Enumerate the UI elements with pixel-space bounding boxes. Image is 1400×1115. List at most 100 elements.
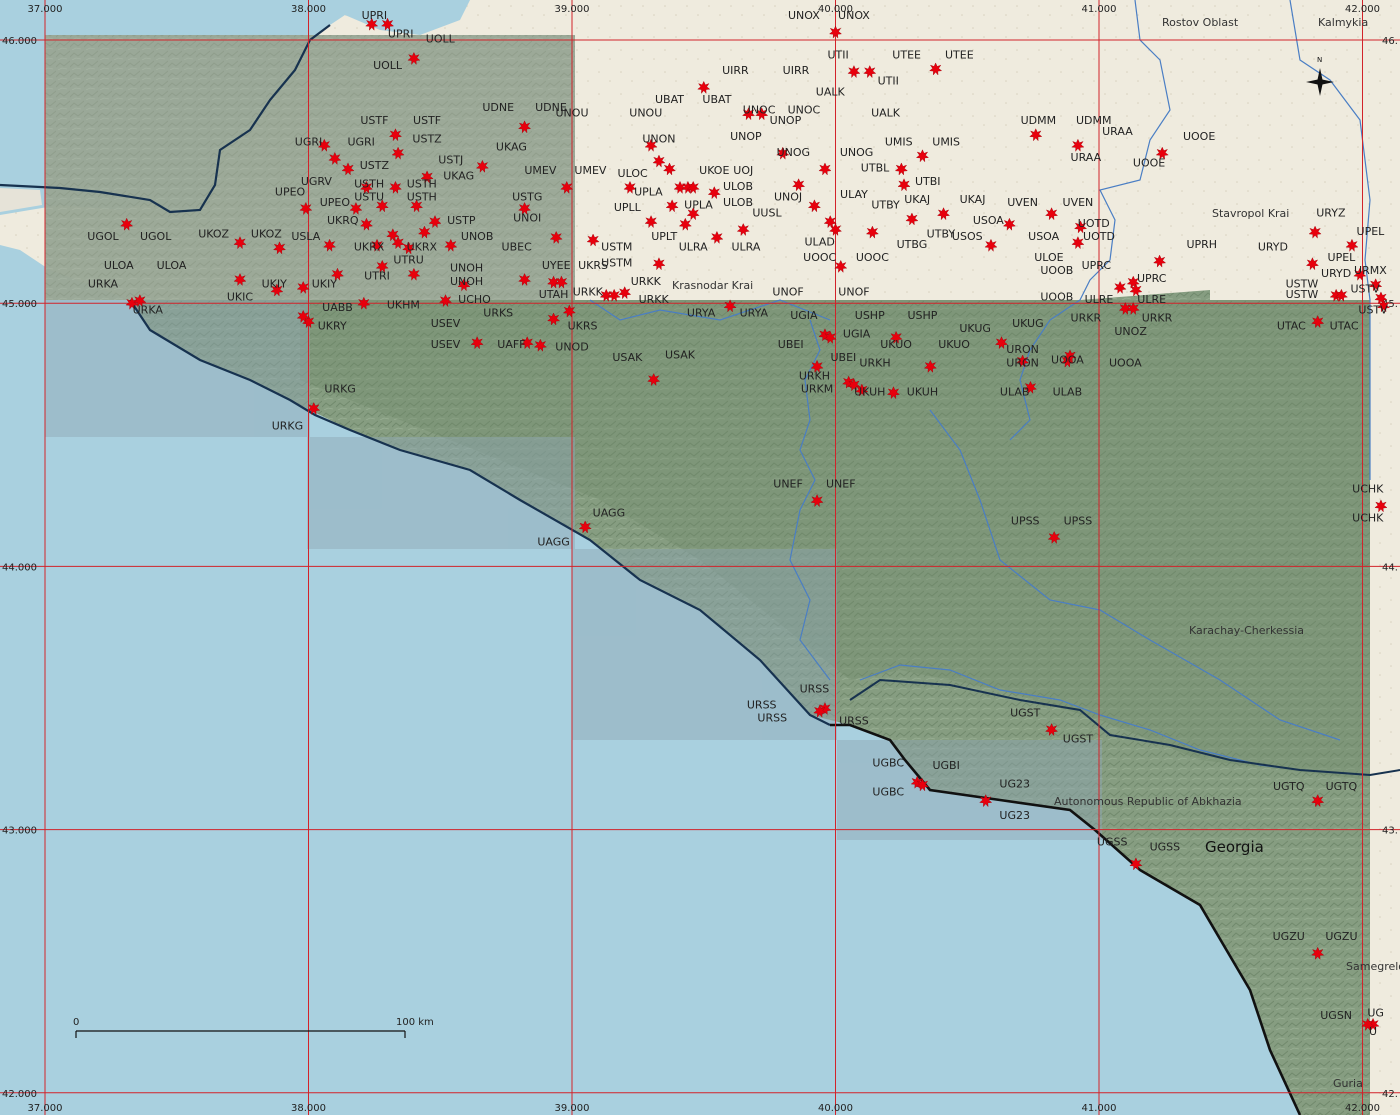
airspace-label: UKOZ [251, 227, 282, 240]
lon-label-bottom: 42.000 [1345, 1103, 1380, 1114]
airspace-label: UKRX [407, 241, 438, 254]
region-krasnodar: Krasnodar Krai [672, 279, 753, 292]
airspace-label: UOOC [803, 251, 836, 264]
lat-label-left: 44.000 [2, 562, 37, 573]
airspace-label: UGRI [295, 135, 322, 148]
region-kalmykia: Kalmykia [1318, 16, 1368, 29]
airspace-label: UBEI [831, 351, 857, 364]
airspace-label: URKR [1142, 312, 1173, 325]
airspace-label: UTAH [539, 288, 569, 301]
airspace-label: UTII [828, 48, 849, 61]
airspace-label: UNOG [840, 146, 873, 159]
region-stavropol: Stavropol Krai [1212, 207, 1289, 220]
airspace-label: UKAG [496, 141, 527, 154]
airspace-label: UKUO [880, 338, 912, 351]
airspace-label: UPRI [362, 9, 388, 22]
north-label: N [1317, 56, 1322, 64]
map-canvas[interactable]: 37.000 37.000 38.000 38.000 39.000 39.000 40.0… [0, 0, 1400, 1115]
airspace-label: UPRC [1082, 259, 1112, 272]
airspace-label: UGRV [301, 175, 333, 188]
airspace-label: UKOE [699, 164, 729, 177]
airspace-label: USTP [447, 214, 476, 227]
airspace-label: UOJ [733, 164, 753, 177]
airspace-label: UNOI [513, 212, 541, 225]
airspace-label: USTH [407, 177, 437, 190]
lat-label-left: 42.000 [2, 1089, 37, 1100]
airspace-label: UTBI [915, 175, 941, 188]
airspace-label: UPSS [1064, 514, 1093, 527]
airspace-label: UOTD [1078, 217, 1110, 230]
lon-label-top: 42.000 [1345, 4, 1380, 15]
airspace-label: URYZ [1316, 206, 1346, 219]
airspace-label: UGST [1010, 706, 1041, 719]
scale-end: 100 km [396, 1017, 434, 1028]
airspace-label: UCHO [458, 293, 491, 306]
region-guria: Guria [1333, 1077, 1363, 1090]
airspace-label: UKAG [443, 169, 474, 182]
airspace-label: URSS [839, 714, 869, 727]
airspace-label: USHP [907, 309, 937, 322]
airspace-label: UOOA [1109, 356, 1142, 369]
airspace-label: URKG [272, 420, 303, 433]
airspace-label: USOS [952, 230, 983, 243]
airspace-label: ULOC [618, 167, 648, 180]
lon-label-bottom: 41.000 [1082, 1103, 1117, 1114]
lat-label-right: 46. [1382, 36, 1398, 47]
airspace-label: UPLL [614, 201, 642, 214]
airspace-label: UNOP [770, 114, 802, 127]
airspace-label: UPLA [634, 185, 663, 198]
airspace-label: UOOE [1183, 130, 1215, 143]
airspace-label: UBAT [702, 93, 731, 106]
airspace-label: UNEF [826, 477, 856, 490]
airspace-label: USTF [360, 114, 388, 127]
airspace-label: USEV [431, 317, 461, 330]
airspace-label: UTBG [897, 238, 928, 251]
airspace-label: UGBI [932, 759, 959, 772]
airspace-label: UNOX [838, 9, 870, 22]
airspace-label: URAA [1071, 151, 1102, 164]
airspace-label: UKAJ [904, 193, 930, 206]
region-rostov: Rostov Oblast [1162, 16, 1239, 29]
scale-start: 0 [73, 1017, 79, 1028]
airspace-label: URKA [133, 304, 164, 317]
airspace-label: USTU [354, 191, 384, 204]
airspace-label: UTRU [393, 254, 423, 267]
airspace-label: UPEL [1328, 251, 1357, 264]
airspace-label: UTII [878, 75, 899, 88]
airspace-label: URAA [1102, 125, 1133, 138]
airspace-label: UGBC [872, 756, 904, 769]
airspace-label: USAK [665, 348, 696, 361]
airspace-label: UDNE [535, 101, 567, 114]
airspace-label: UTBY [871, 198, 900, 211]
airspace-label: UG23 [999, 809, 1030, 822]
airspace-label: UOOE [1133, 156, 1165, 169]
airspace-label: UPLA [684, 198, 713, 211]
airspace-label: UDMM [1021, 114, 1057, 127]
airspace-label: UGZU [1273, 930, 1305, 943]
airspace-label: UCHK [1352, 483, 1384, 496]
airspace-label: URSS [747, 699, 777, 712]
airspace-label: UKUG [959, 322, 991, 335]
airspace-label: UPSS [1011, 514, 1040, 527]
airspace-label: UKIY [312, 277, 338, 290]
airspace-label: UAFF [497, 338, 525, 351]
airspace-label: UGOL [87, 230, 119, 243]
airspace-label: URYD [1321, 267, 1351, 280]
airspace-label: UCHK [1352, 512, 1384, 525]
airspace-label: URYD [1258, 241, 1288, 254]
airspace-label: UKIY [262, 277, 288, 290]
airspace-label: USTJ [438, 154, 463, 167]
airspace-label: UKAJ [960, 193, 986, 206]
country-georgia: Georgia [1205, 838, 1264, 856]
airspace-label: URKA [88, 277, 119, 290]
airspace-label: ULRA [679, 241, 708, 254]
airspace-label: ULAD [804, 235, 834, 248]
airspace-label: UNOF [838, 285, 869, 298]
region-abkhazia: Autonomous Republic of Abkhazia [1054, 795, 1242, 808]
airspace-label: ULRA [731, 241, 760, 254]
airspace-label: ULRE [1085, 293, 1114, 306]
airspace-label: UTBL [861, 162, 890, 175]
airspace-label: USTG [512, 191, 542, 204]
airspace-label: UPEO [320, 196, 351, 209]
airspace-label: UGIA [843, 327, 871, 340]
